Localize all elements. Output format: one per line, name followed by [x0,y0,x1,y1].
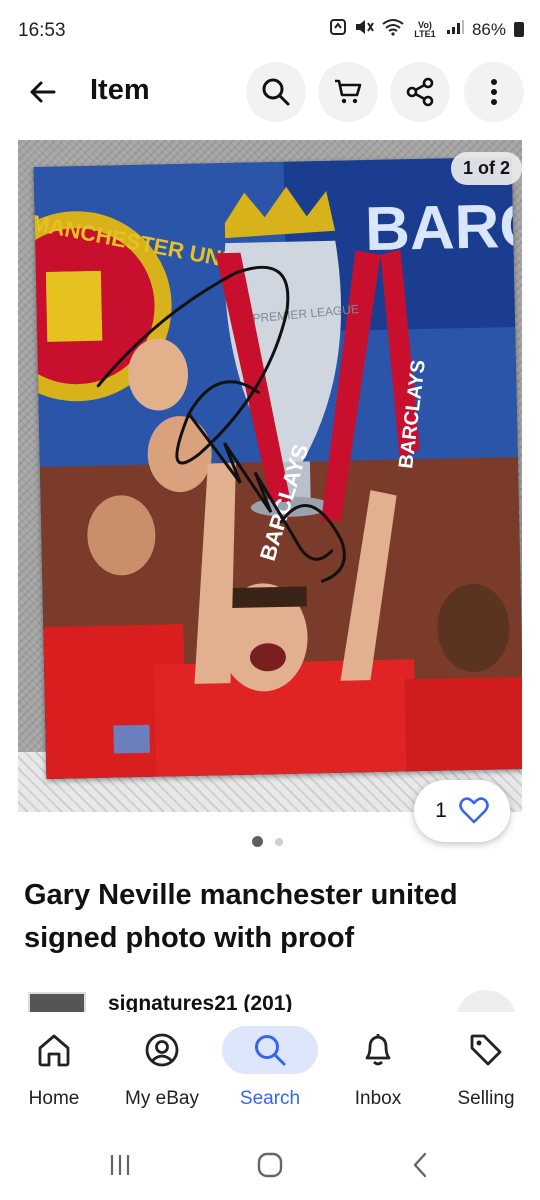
nav-my-ebay-label: My eBay [125,1088,199,1109]
seller-name: signatures21 (201) [108,992,293,1012]
watch-button[interactable]: 1 [414,780,510,842]
system-navigation-bar [0,1128,540,1200]
page-title: Item [90,74,150,106]
status-icons: Vo) LTE1 86% [329,18,524,41]
heart-icon [459,797,489,824]
recent-apps-button[interactable] [100,1150,140,1180]
search-button[interactable] [246,62,306,122]
nav-search[interactable]: Search [216,1026,324,1126]
search-icon [255,1035,286,1066]
share-icon [406,77,434,107]
search-icon [262,78,290,106]
image-counter-badge: 1 of 2 [450,152,522,185]
nav-my-ebay[interactable]: My eBay [108,1026,216,1126]
home-circle-icon [257,1152,283,1178]
network-label: Vo) LTE1 [414,19,436,39]
back-arrow-icon [30,81,56,103]
cart-button[interactable] [318,62,378,122]
seller-thumbnail [28,992,86,1012]
watch-count: 1 [435,799,447,822]
nav-search-label: Search [239,1088,301,1109]
share-button[interactable] [390,62,450,122]
home-system-button[interactable] [250,1150,290,1180]
bell-icon [365,1034,391,1066]
back-button[interactable] [22,74,62,110]
home-icon [38,1034,70,1067]
nav-inbox[interactable]: Inbox [324,1026,432,1126]
nav-selling-label: Selling [457,1088,515,1109]
item-image-gallery[interactable]: MANCHESTER UNITED BARC BARCLAYS BARCLAYS… [18,140,522,812]
recent-apps-icon [110,1155,130,1175]
nav-home[interactable]: Home [0,1026,108,1126]
gallery-page-indicator [252,836,283,847]
battery-level: 86% [471,19,506,39]
seller-row[interactable]: signatures21 (201) [0,988,540,1012]
seller-action-button[interactable] [456,990,516,1012]
bottom-navigation: Home My eBay Search Inbox Selling [0,1012,540,1128]
item-title: Gary Neville manchester united signed ph… [24,879,458,954]
tag-icon [470,1034,502,1066]
signal-icon [446,19,464,40]
more-options-button[interactable] [464,62,524,122]
nav-home-label: Home [28,1088,80,1109]
page-dot-active [252,836,263,847]
page-dot-inactive [275,837,283,846]
back-chevron-icon [413,1152,427,1178]
item-photo: MANCHESTER UNITED BARC BARCLAYS BARCLAYS… [33,157,522,779]
alarm-icon [329,18,346,41]
mute-icon [354,18,374,41]
status-time: 16:53 [18,20,66,41]
account-icon [145,1033,179,1067]
nav-inbox-label: Inbox [354,1088,402,1109]
cart-icon [335,79,362,104]
nav-selling[interactable]: Selling [432,1026,540,1126]
wifi-icon [382,18,404,41]
status-bar: 16:53 Vo) LTE1 86% [0,0,540,60]
system-back-button[interactable] [400,1150,440,1180]
more-vert-icon [491,79,497,105]
app-bar: Item [0,60,540,124]
battery-icon [514,22,524,37]
